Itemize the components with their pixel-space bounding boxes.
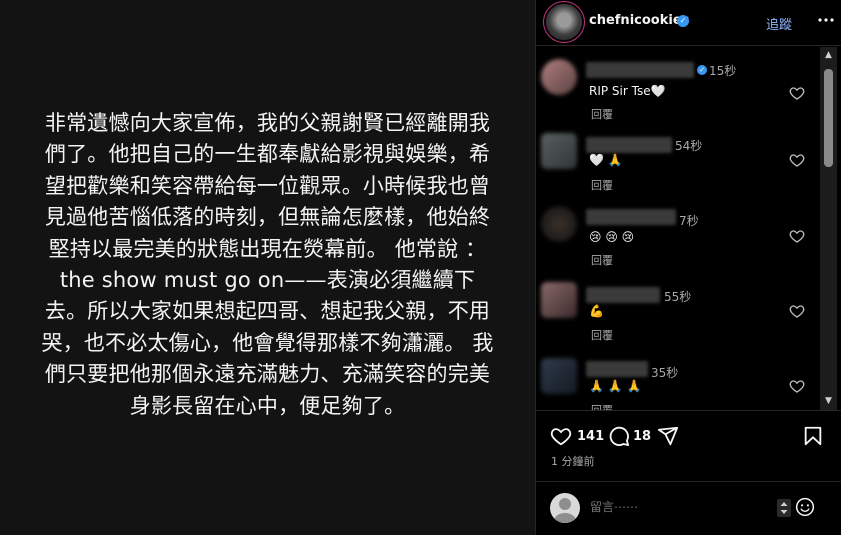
comment-item: 7秒 😢 😢 😢 回覆	[536, 206, 841, 282]
comment-list[interactable]: ✓ 15秒 RIP Sir Tse🤍 回覆 54秒 🤍 🙏 回覆 7秒 😢 😢 …	[536, 47, 841, 410]
reply-button[interactable]: 回覆	[591, 177, 613, 193]
post-time: 1 分鐘前	[551, 455, 595, 468]
post-actions: 141 18 1 分鐘前	[536, 410, 841, 480]
reply-button[interactable]: 回覆	[591, 402, 613, 410]
comment-count[interactable]: 18	[633, 429, 651, 444]
comment-text: 🙏 🙏 🙏	[589, 379, 642, 393]
stepper-icon[interactable]	[777, 499, 791, 517]
comment-time: 54秒	[675, 139, 703, 153]
scrollbar[interactable]: ▲ ▼	[820, 47, 837, 410]
heart-icon[interactable]	[789, 152, 805, 168]
verified-badge-icon: ✓	[677, 15, 689, 27]
scrollbar-thumb[interactable]	[824, 69, 833, 167]
emoji-icon[interactable]	[795, 497, 815, 517]
heart-icon[interactable]	[789, 85, 805, 101]
comment-username[interactable]	[586, 287, 660, 303]
like-count[interactable]: 141	[577, 429, 604, 444]
comment-text: 💪	[589, 304, 604, 318]
verified-badge-icon: ✓	[697, 65, 707, 75]
comment-username[interactable]	[586, 209, 676, 225]
comment-time: 7秒	[679, 214, 699, 228]
comment-avatar[interactable]	[541, 206, 577, 242]
heart-icon[interactable]	[789, 378, 805, 394]
post-panel: chefnicookies ✓ 追蹤 ✓ 15秒 RIP Sir Tse🤍 回覆…	[535, 0, 841, 535]
heart-icon[interactable]	[550, 425, 572, 447]
story-panel: 非常遺憾向大家宣佈，我的父親謝賢已經離開我們了。他把自己的一生都奉獻給影視與娛樂…	[0, 0, 535, 535]
reply-button[interactable]: 回覆	[591, 106, 613, 122]
share-icon[interactable]	[657, 425, 679, 447]
comment-text: 🤍 🙏	[589, 153, 623, 167]
follow-button[interactable]: 追蹤	[766, 14, 792, 33]
comment-time: 35秒	[651, 366, 679, 380]
comment-text: RIP Sir Tse🤍	[589, 84, 666, 98]
comment-time: 55秒	[664, 290, 692, 304]
bookmark-icon[interactable]	[802, 425, 824, 447]
comment-avatar[interactable]	[541, 358, 577, 394]
comment-username[interactable]	[586, 361, 648, 377]
comment-item: ✓ 15秒 RIP Sir Tse🤍 回覆	[536, 53, 841, 129]
comment-username[interactable]	[586, 137, 672, 153]
scroll-down-icon[interactable]: ▼	[820, 393, 837, 410]
story-text: 非常遺憾向大家宣佈，我的父親謝賢已經離開我們了。他把自己的一生都奉獻給影視與娛樂…	[41, 111, 494, 418]
reply-button[interactable]: 回覆	[591, 327, 613, 343]
reply-button[interactable]: 回覆	[591, 252, 613, 268]
post-header: chefnicookies ✓ 追蹤	[536, 0, 841, 46]
heart-icon[interactable]	[789, 228, 805, 244]
username[interactable]: chefnicookies	[589, 13, 689, 28]
comment-time: 15秒	[709, 64, 737, 78]
comment-avatar[interactable]	[541, 282, 577, 318]
comment-item: 35秒 🙏 🙏 🙏 回覆	[536, 358, 841, 410]
comment-username[interactable]	[586, 62, 694, 78]
scroll-up-icon[interactable]: ▲	[820, 47, 837, 64]
comment-text: 😢 😢 😢	[589, 230, 635, 244]
avatar[interactable]	[546, 4, 582, 40]
comment-avatar[interactable]	[541, 59, 577, 95]
heart-icon[interactable]	[789, 303, 805, 319]
avatar	[550, 493, 580, 523]
comment-input[interactable]	[590, 500, 770, 514]
comment-icon[interactable]	[608, 425, 630, 447]
comment-item: 55秒 💪 回覆	[536, 282, 841, 358]
comment-avatar[interactable]	[541, 133, 577, 169]
comment-composer	[536, 481, 841, 535]
comment-item: 54秒 🤍 🙏 回覆	[536, 130, 841, 206]
more-icon[interactable]	[816, 10, 836, 30]
